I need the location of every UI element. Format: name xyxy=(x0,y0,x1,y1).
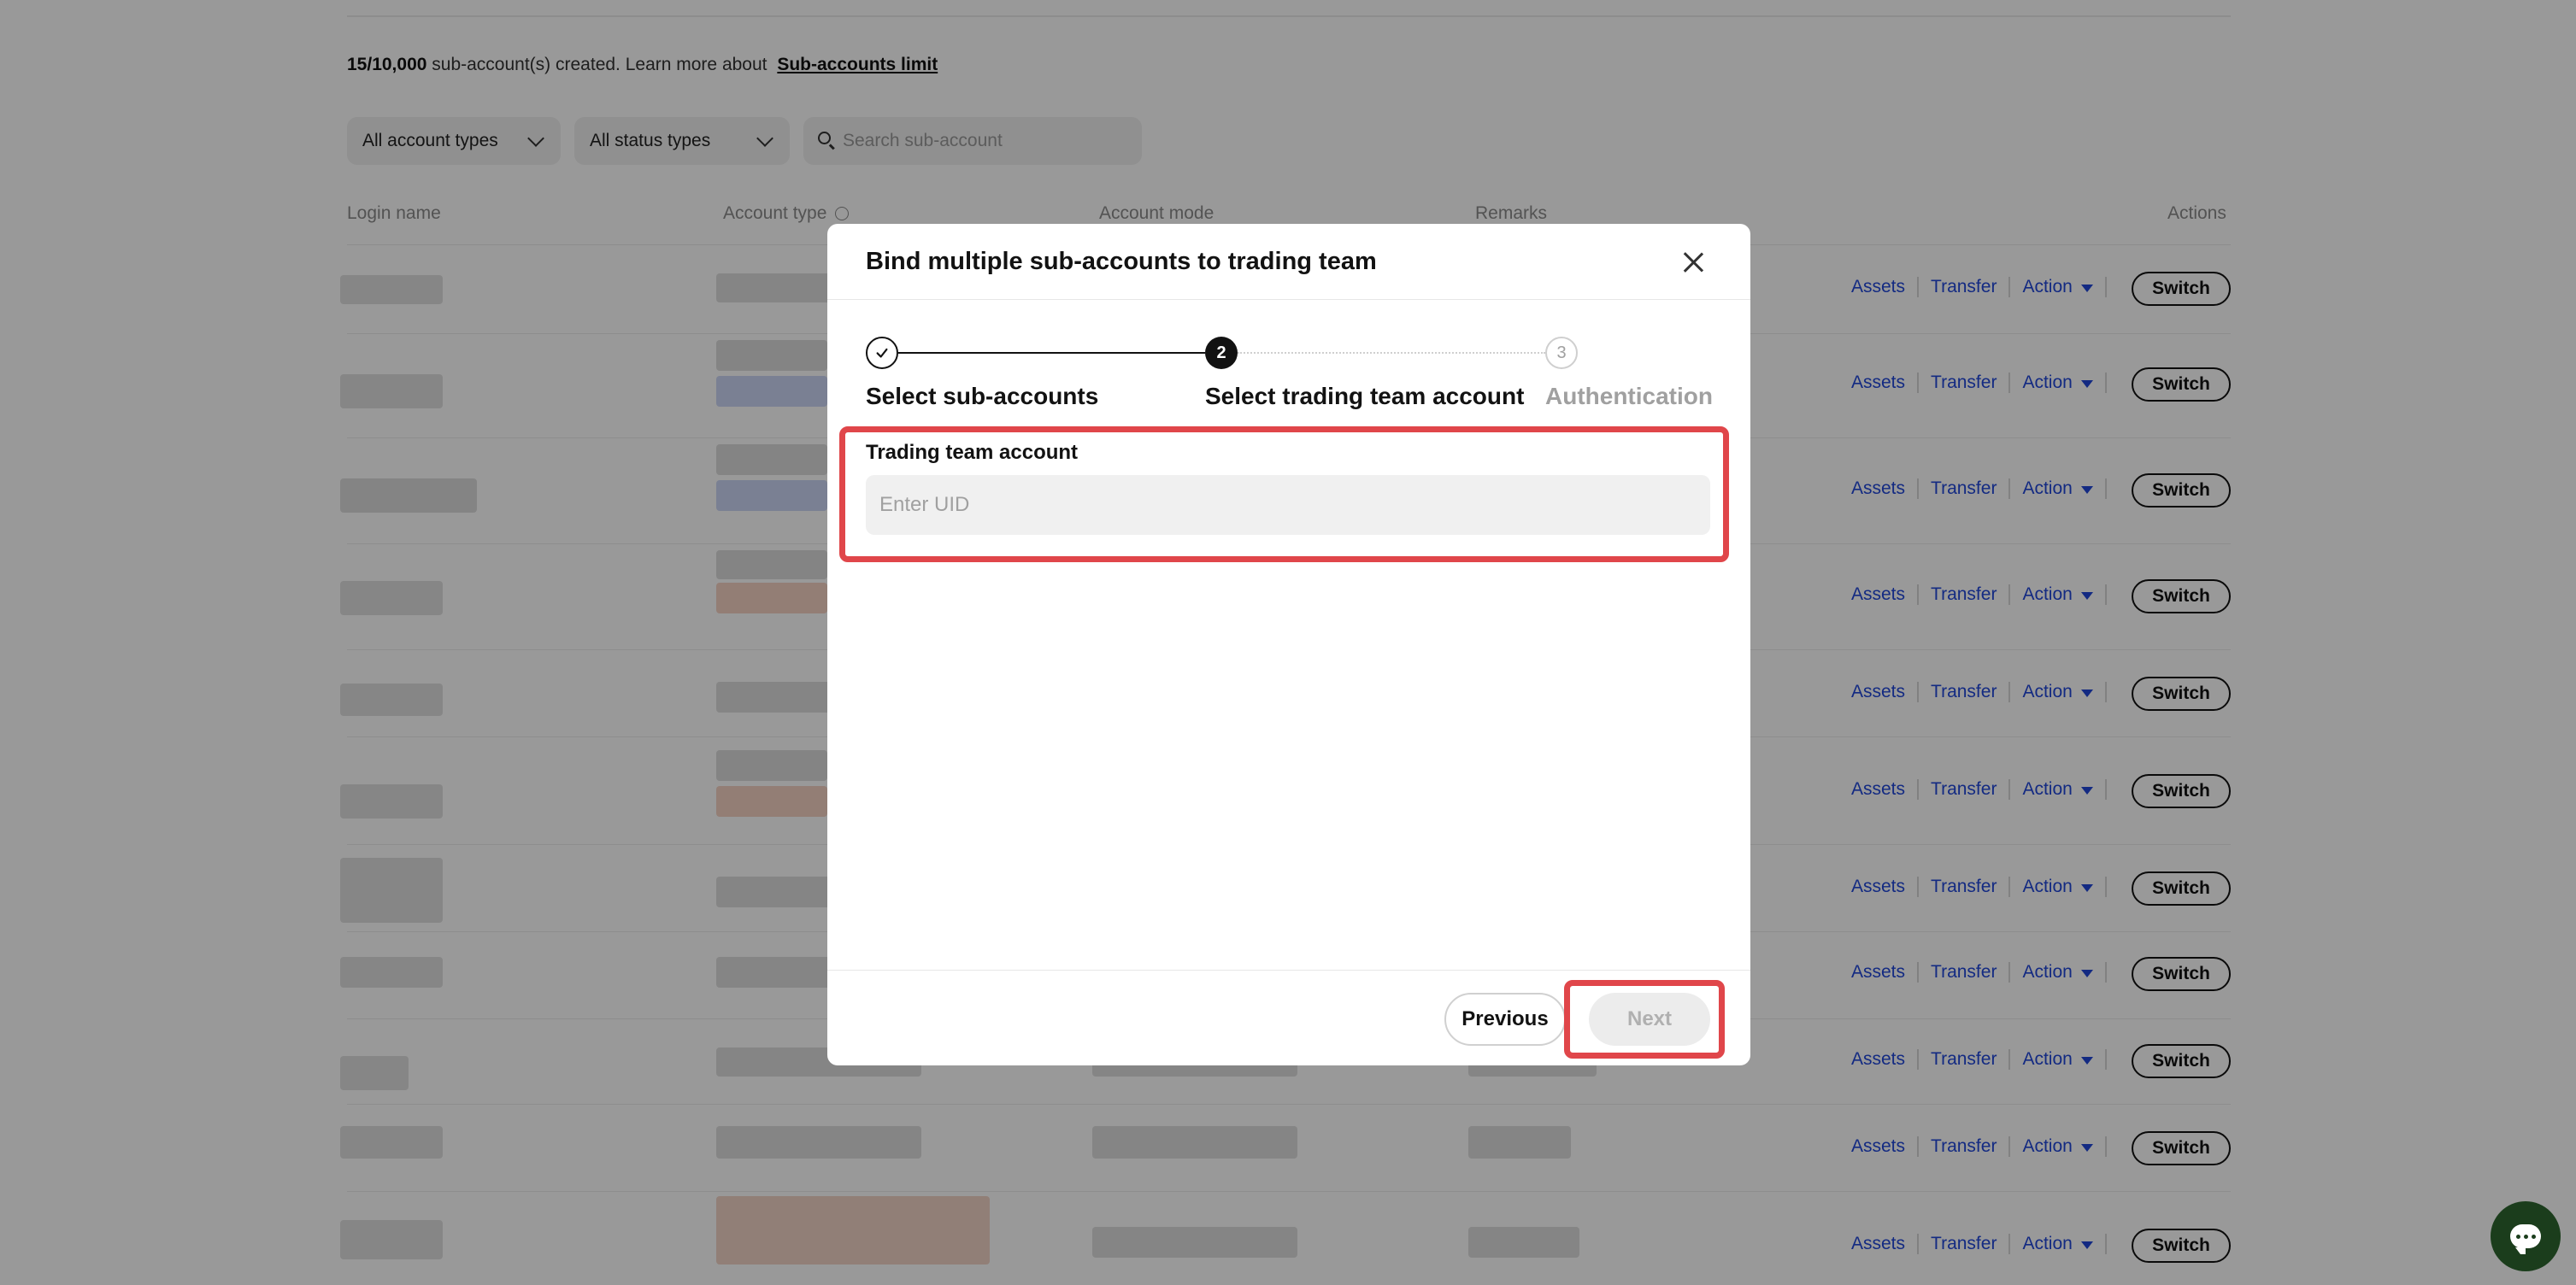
stepper-line-completed xyxy=(898,352,1205,354)
modal-footer-divider xyxy=(827,970,1750,971)
check-icon xyxy=(876,348,888,358)
stepper-line-pending xyxy=(1238,352,1545,354)
step-2-label: Select trading team account xyxy=(1205,383,1525,409)
chat-icon xyxy=(2510,1224,2541,1254)
modal-title: Bind multiple sub-accounts to trading te… xyxy=(866,248,1377,275)
step-2-indicator: 2 xyxy=(1205,337,1238,369)
step-1-indicator xyxy=(866,337,898,369)
step-3-label: Authentication xyxy=(1545,383,1713,409)
chat-dot xyxy=(2531,1234,2536,1239)
field-highlight-box xyxy=(839,426,1729,562)
chat-dot xyxy=(2523,1234,2528,1239)
previous-button[interactable]: Previous xyxy=(1444,993,1566,1046)
step-1-label: Select sub-accounts xyxy=(866,383,1099,409)
bind-sub-accounts-modal: Bind multiple sub-accounts to trading te… xyxy=(827,224,1750,1065)
modal-header-divider xyxy=(827,299,1750,300)
close-icon[interactable] xyxy=(1679,248,1708,277)
next-button-highlight-box xyxy=(1564,980,1725,1059)
step-3-indicator: 3 xyxy=(1545,337,1578,369)
chat-dot xyxy=(2515,1234,2520,1239)
chat-support-button[interactable] xyxy=(2491,1201,2561,1271)
